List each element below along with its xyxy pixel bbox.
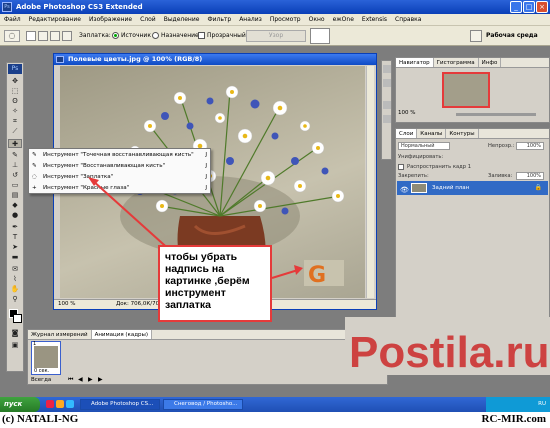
- task-photoshop[interactable]: Adobe Photoshop CS...: [80, 399, 160, 410]
- first-frame-icon[interactable]: ⏮: [68, 376, 76, 383]
- arrow-to-watermark: [271, 269, 299, 279]
- lock-icon: 🔒: [534, 184, 542, 191]
- unify-row: Унифицировать:: [398, 152, 548, 162]
- blend-opacity-row: Нормальный Непрозр.: 100%: [398, 141, 548, 151]
- fill-label: Заливка:: [488, 173, 513, 179]
- callout-text: чтобы убрать надпись на картинке ,берём …: [165, 251, 250, 311]
- postila-logo: Postila.ru: [345, 317, 550, 375]
- opacity-field[interactable]: 100%: [516, 142, 544, 150]
- arrow-head-right: [294, 265, 303, 275]
- postila-text: Postila.ru: [349, 328, 550, 375]
- navigator-thumbnail[interactable]: [442, 72, 490, 108]
- animation-tabs: Журнал измерений Анимация (кадры): [28, 330, 387, 340]
- tab-navigator[interactable]: Навигатор: [396, 58, 434, 67]
- play-icon[interactable]: ▶: [88, 376, 96, 383]
- navigator-zoom[interactable]: 100 %: [398, 110, 415, 116]
- fill-field[interactable]: 100%: [516, 172, 544, 180]
- task-snegovod[interactable]: Снеговод / Photosho...: [163, 399, 243, 410]
- language-indicator[interactable]: RU: [538, 401, 546, 407]
- tab-layers[interactable]: Слои: [396, 129, 418, 138]
- frame-thumbnail: [34, 346, 58, 368]
- site-watermark: RC-MIR.com: [481, 413, 546, 425]
- navigator-tabs: Навигатор Гистограмма Инфо: [396, 58, 549, 68]
- tab-measurement-log[interactable]: Журнал измерений: [28, 330, 92, 339]
- propagate-checkbox[interactable]: [398, 164, 404, 170]
- lock-label: Закрепить:: [398, 173, 429, 179]
- loop-select[interactable]: Всегда: [31, 377, 51, 383]
- system-tray: RU: [486, 397, 550, 412]
- dock-icon-clone[interactable]: [383, 115, 391, 123]
- layer-thumbnail: [411, 183, 427, 193]
- animation-frame-1[interactable]: 1 0 сек.: [31, 341, 61, 375]
- unify-label: Унифицировать:: [398, 154, 444, 160]
- watermark-bar: (c) NATALI-NG RC-MIR.com: [0, 412, 550, 428]
- navigator-panel: Навигатор Гистограмма Инфо 100 %: [395, 57, 550, 123]
- layers-tabs: Слои Каналы Контуры: [396, 129, 549, 139]
- eye-icon[interactable]: 👁: [400, 183, 409, 197]
- start-button[interactable]: пуск: [0, 397, 40, 412]
- quicklaunch-firefox-icon[interactable]: [56, 400, 64, 408]
- layer-name: Задний план: [432, 185, 470, 191]
- quicklaunch-opera-icon[interactable]: [46, 400, 54, 408]
- layer-row-background[interactable]: 👁 Задний план 🔒: [397, 181, 548, 195]
- blend-mode-select[interactable]: Нормальный: [398, 142, 450, 150]
- author-watermark: (c) NATALI-NG: [2, 413, 79, 425]
- dock-icon-history[interactable]: [383, 65, 391, 73]
- prev-frame-icon[interactable]: ◀: [78, 376, 86, 383]
- taskbar: пуск Adobe Photoshop CS... Снеговод / Ph…: [0, 397, 550, 412]
- tab-info[interactable]: Инфо: [479, 58, 502, 67]
- quicklaunch-ie-icon[interactable]: [66, 400, 74, 408]
- arrow-to-patch-item: [91, 179, 173, 253]
- lock-fill-row: Закрепить: Заливка: 100%: [398, 171, 548, 181]
- tab-animation-frames[interactable]: Анимация (кадры): [91, 330, 153, 339]
- next-frame-icon[interactable]: ▶: [98, 376, 106, 383]
- dock-icon-brushes[interactable]: [383, 101, 391, 109]
- panel-dock-strip: [381, 60, 392, 160]
- tab-paths[interactable]: Контуры: [446, 129, 479, 138]
- tab-histogram[interactable]: Гистограмма: [434, 58, 479, 67]
- zoom-slider[interactable]: [456, 113, 536, 116]
- dock-icon-actions[interactable]: [383, 79, 391, 87]
- animation-panel: Журнал измерений Анимация (кадры) 1 0 се…: [27, 329, 388, 385]
- instruction-callout: чтобы убрать надпись на картинке ,берём …: [158, 245, 272, 322]
- opacity-label: Непрозр.:: [488, 143, 515, 149]
- tab-channels[interactable]: Каналы: [417, 129, 447, 138]
- frame-delay[interactable]: 0 сек.: [34, 368, 49, 374]
